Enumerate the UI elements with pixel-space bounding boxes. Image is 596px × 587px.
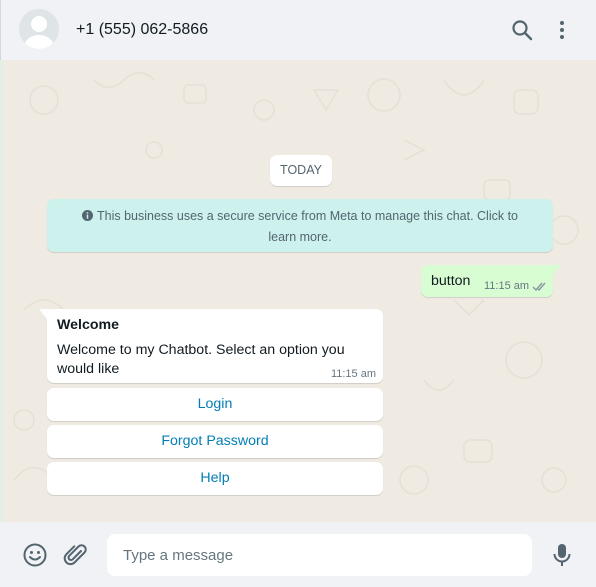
outgoing-bubble-tail bbox=[553, 265, 561, 275]
outgoing-message-time: 11:15 am bbox=[484, 280, 530, 292]
incoming-message-body: Welcome to my Chatbot. Select an option … bbox=[57, 342, 345, 377]
incoming-message-time: 11:15 am bbox=[330, 368, 376, 380]
incoming-message-title: Welcome bbox=[57, 317, 120, 333]
date-chip: TODAY bbox=[270, 155, 332, 186]
chat-area[interactable]: TODAY This business uses a secure servic… bbox=[0, 60, 596, 522]
search-icon[interactable] bbox=[510, 18, 534, 42]
outgoing-message-text: button bbox=[431, 273, 471, 289]
reply-button-help[interactable]: Help bbox=[47, 462, 383, 495]
encryption-notice-text: This business uses a secure service from… bbox=[96, 209, 518, 244]
composer-bar bbox=[0, 522, 596, 587]
outgoing-message[interactable]: button 11:15 am bbox=[421, 265, 553, 297]
info-icon bbox=[81, 210, 93, 221]
avatar[interactable] bbox=[19, 9, 59, 49]
emoji-icon[interactable] bbox=[22, 542, 48, 568]
reply-button-forgot-password[interactable]: Forgot Password bbox=[47, 425, 383, 458]
attach-icon[interactable] bbox=[63, 542, 89, 568]
message-input[interactable] bbox=[107, 534, 532, 576]
contact-name[interactable]: +1 (555) 062-5866 bbox=[76, 20, 208, 40]
menu-icon[interactable] bbox=[550, 18, 574, 42]
chat-header: +1 (555) 062-5866 bbox=[0, 0, 596, 60]
chat-window: +1 (555) 062-5866 TODAY This business us… bbox=[0, 0, 596, 587]
read-ticks-icon bbox=[532, 279, 548, 297]
encryption-notice[interactable]: This business uses a secure service from… bbox=[47, 199, 553, 252]
default-avatar-icon bbox=[19, 9, 59, 49]
reply-button-login[interactable]: Login bbox=[47, 388, 383, 421]
incoming-message[interactable]: Welcome Welcome to my Chatbot. Select an… bbox=[47, 309, 383, 383]
mic-icon[interactable] bbox=[549, 542, 575, 568]
incoming-bubble-tail bbox=[39, 309, 47, 319]
